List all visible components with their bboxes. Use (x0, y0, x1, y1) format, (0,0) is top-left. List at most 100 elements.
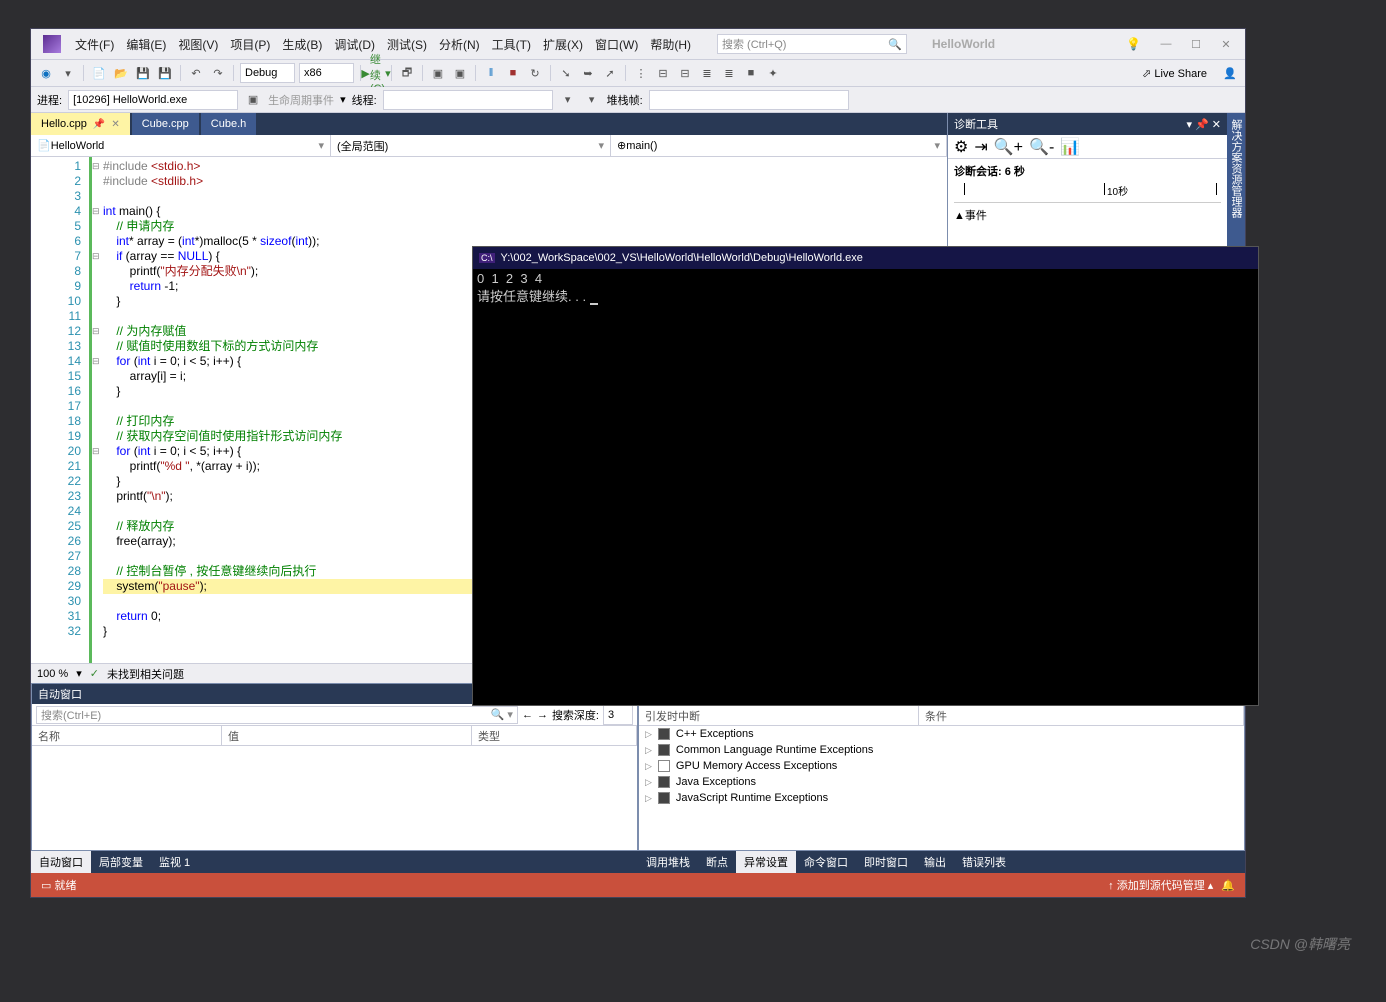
gear-icon[interactable]: ⚙ (954, 137, 968, 157)
col-value[interactable]: 值 (222, 726, 472, 745)
menu-file[interactable]: 文件(F) (69, 36, 120, 53)
tool-icon-a[interactable]: ⋮ (632, 64, 650, 82)
menu-edit[interactable]: 编辑(E) (120, 36, 172, 53)
checkbox[interactable] (658, 760, 670, 772)
nav-back-icon[interactable]: ← (522, 709, 533, 721)
thread-dropdown[interactable] (383, 90, 553, 110)
depth-dropdown[interactable]: 3 (603, 705, 633, 725)
save-icon[interactable]: 💾 (134, 64, 152, 82)
source-control-button[interactable]: ↑ 添加到源代码管理 ▴ (1108, 877, 1213, 893)
autos-body[interactable] (32, 746, 637, 850)
restart-icon[interactable]: ↻ (526, 64, 544, 82)
step-out-icon[interactable]: ➚ (601, 64, 619, 82)
expand-icon[interactable]: ▷ (645, 761, 652, 772)
btab-locals[interactable]: 局部变量 (91, 851, 151, 873)
pin-icon[interactable]: ▾ 📌 ✕ (1186, 118, 1221, 131)
close-button[interactable]: ✕ (1211, 38, 1241, 51)
minimize-button[interactable]: — (1151, 38, 1181, 50)
expand-icon[interactable]: ▷ (645, 777, 652, 788)
btab-callstack[interactable]: 调用堆栈 (638, 851, 698, 873)
config-dropdown[interactable]: Debug (240, 63, 295, 83)
undo-icon[interactable]: ↶ (187, 64, 205, 82)
step-over-icon[interactable]: ➥ (579, 64, 597, 82)
nav-fwd-icon[interactable]: ▾ (59, 64, 77, 82)
filter-icon[interactable]: ▾ (559, 91, 577, 109)
maximize-button[interactable]: ☐ (1181, 38, 1211, 51)
exception-row[interactable]: ▷Java Exceptions (639, 774, 1244, 790)
menu-help[interactable]: 帮助(H) (644, 36, 697, 53)
btab-immediate[interactable]: 即时窗口 (856, 851, 916, 873)
step-into-icon[interactable]: ➘ (557, 64, 575, 82)
tool-icon-b[interactable]: ⊟ (654, 64, 672, 82)
btab-breakpoints[interactable]: 断点 (698, 851, 736, 873)
menu-view[interactable]: 视图(V) (172, 36, 224, 53)
checkbox[interactable] (658, 744, 670, 756)
stop-icon[interactable]: ■ (504, 64, 522, 82)
menu-build[interactable]: 生成(B) (276, 36, 328, 53)
nav-scope-dropdown[interactable]: (全局范围)▾ (331, 135, 611, 156)
zoom-dropdown[interactable]: 100 % (37, 668, 68, 680)
open-icon[interactable]: 📂 (112, 64, 130, 82)
nav-member-dropdown[interactable]: ⊕ main()▾ (611, 135, 947, 156)
live-share-button[interactable]: ⬀ Live Share (1142, 67, 1207, 80)
col-name[interactable]: 名称 (32, 726, 222, 745)
platform-dropdown[interactable]: x86 (299, 63, 354, 83)
expand-icon[interactable]: ▷ (645, 729, 652, 740)
col-type[interactable]: 类型 (472, 726, 637, 745)
nav-project-dropdown[interactable]: 📄 HelloWorld▾ (31, 135, 331, 156)
fold-bar[interactable]: ⊟⊟⊟⊟⊟⊟ (89, 157, 103, 663)
new-icon[interactable]: 📄 (90, 64, 108, 82)
btab-command[interactable]: 命令窗口 (796, 851, 856, 873)
expand-icon[interactable]: ▷ (645, 793, 652, 804)
col-break[interactable]: 引发时中断 (639, 706, 919, 725)
pause-icon[interactable]: ‖ (482, 64, 500, 82)
tool-icon-3[interactable]: ▣ (451, 64, 469, 82)
process-dropdown[interactable]: [10296] HelloWorld.exe (68, 90, 238, 110)
btab-errorlist[interactable]: 错误列表 (954, 851, 1014, 873)
filter2-icon[interactable]: ▾ (583, 91, 601, 109)
diag-events-header[interactable]: ▲事件 (954, 207, 1221, 223)
col-condition[interactable]: 条件 (919, 706, 1244, 725)
menu-analyze[interactable]: 分析(N) (433, 36, 486, 53)
checkbox[interactable] (658, 792, 670, 804)
notification-icon[interactable]: 🔔 (1221, 879, 1235, 892)
chart-icon[interactable]: 📊 (1060, 137, 1080, 157)
btab-watch1[interactable]: 监视 1 (151, 851, 198, 873)
expand-icon[interactable]: ▷ (645, 745, 652, 756)
menu-tools[interactable]: 工具(T) (486, 36, 537, 53)
account-icon[interactable]: 👤 (1221, 64, 1239, 82)
tool-icon-c[interactable]: ⊟ (676, 64, 694, 82)
continue-button[interactable]: ▶ 继续(C) ▾ (367, 64, 385, 82)
checkbox[interactable] (658, 728, 670, 740)
tool-icon-g[interactable]: ✦ (764, 64, 782, 82)
exception-row[interactable]: ▷GPU Memory Access Exceptions (639, 758, 1244, 774)
nav-fwd-icon[interactable]: → (537, 709, 548, 721)
menu-test[interactable]: 测试(S) (381, 36, 433, 53)
tool-icon-e[interactable]: ≣ (720, 64, 738, 82)
tool-icon-2[interactable]: ▣ (429, 64, 447, 82)
lifecycle-icon[interactable]: ▣ (244, 91, 262, 109)
tab-cube-h[interactable]: Cube.h (201, 113, 256, 135)
zoom-in-icon[interactable]: 🔍+ (994, 137, 1023, 157)
exception-row[interactable]: ▷C++ Exceptions (639, 726, 1244, 742)
nav-back-icon[interactable]: ◉ (37, 64, 55, 82)
btab-exceptions[interactable]: 异常设置 (736, 851, 796, 873)
autos-search-input[interactable]: 搜索(Ctrl+E)🔍 ▾ (36, 706, 518, 724)
btab-autos[interactable]: 自动窗口 (31, 851, 91, 873)
tool-icon-1[interactable]: 🗗 (398, 64, 416, 82)
save-all-icon[interactable]: 💾 (156, 64, 174, 82)
menu-project[interactable]: 项目(P) (224, 36, 276, 53)
redo-icon[interactable]: ↷ (209, 64, 227, 82)
exception-row[interactable]: ▷JavaScript Runtime Exceptions (639, 790, 1244, 806)
menu-extensions[interactable]: 扩展(X) (537, 36, 589, 53)
close-tab-icon[interactable]: ✕ (111, 119, 119, 130)
console-window[interactable]: C:\ Y:\002_WorkSpace\002_VS\HelloWorld\H… (472, 246, 1259, 706)
stackframe-dropdown[interactable] (649, 90, 849, 110)
tool-icon-f[interactable]: ■ (742, 64, 760, 82)
export-icon[interactable]: ⇥ (974, 137, 987, 157)
tab-hello-cpp[interactable]: Hello.cpp📌✕ (31, 113, 130, 135)
btab-output[interactable]: 输出 (916, 851, 954, 873)
tool-icon-d[interactable]: ≣ (698, 64, 716, 82)
menu-debug[interactable]: 调试(D) (328, 36, 381, 53)
quick-search-input[interactable]: 搜索 (Ctrl+Q) 🔍 (717, 34, 907, 54)
